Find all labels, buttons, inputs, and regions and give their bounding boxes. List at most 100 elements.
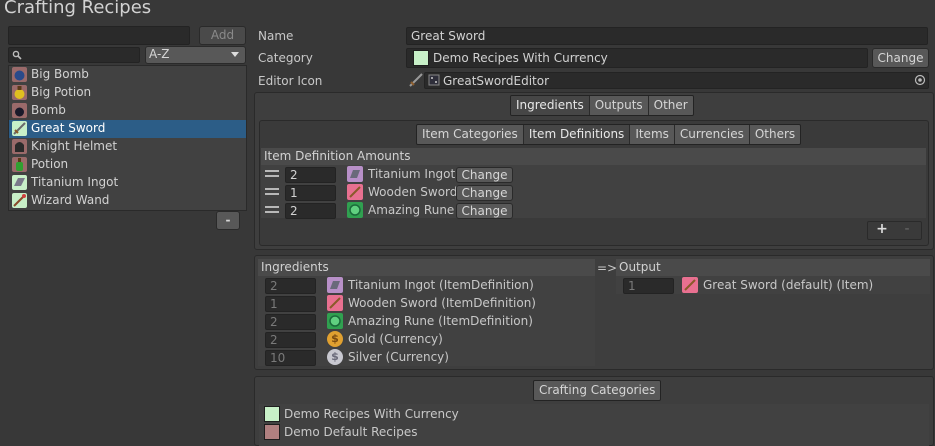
category-color-swatch [413, 50, 429, 66]
recipe-tabs: Ingredients Outputs Other [510, 95, 694, 116]
sword-icon [347, 184, 363, 200]
window-title: Crafting Recipes [4, 0, 152, 18]
summary-amount: 2 [265, 332, 316, 348]
summary-amount: 10 [265, 350, 316, 366]
name-input[interactable]: Great Sword [406, 27, 928, 45]
list-item[interactable]: Potion [9, 156, 246, 174]
list-item-label: Big Bomb [31, 67, 89, 81]
output-header: Output [616, 259, 930, 276]
list-item[interactable]: Knight Helmet [9, 138, 246, 156]
gold-coin-icon: $ [327, 331, 343, 347]
summary-ingredient-name: Gold (Currency) [348, 332, 443, 346]
amount-item-name: Wooden Sword [368, 185, 458, 199]
summary-ingredient-name: Wooden Sword (ItemDefinition) [348, 296, 536, 310]
category-color-swatch [264, 424, 280, 440]
list-item[interactable]: Big Bomb [9, 66, 246, 84]
crafting-category-label: Demo Recipes With Currency [284, 407, 459, 421]
category-label: Category [258, 51, 313, 65]
remove-row-button[interactable]: - [898, 221, 916, 237]
crafting-categories-header: Crafting Categories [534, 381, 661, 400]
amount-input[interactable]: 2 [285, 203, 336, 219]
arrow-label: => [597, 261, 618, 275]
sword-icon [327, 295, 343, 311]
object-picker-icon[interactable] [914, 74, 926, 86]
sort-value: A-Z [149, 47, 170, 61]
change-category-button[interactable]: Change [872, 48, 929, 68]
remove-recipe-button[interactable]: - [216, 211, 240, 230]
list-item[interactable]: Titanium Ingot [9, 174, 246, 192]
summary-ingredient-name: Silver (Currency) [348, 350, 449, 364]
amount-item-name: Titanium Ingot [368, 167, 456, 181]
change-button[interactable]: Change [456, 167, 513, 183]
ingredient-type-tabs: Item Categories Item Definitions Items C… [416, 124, 802, 145]
new-recipe-name-input[interactable] [8, 26, 190, 45]
crafting-categories-header-box: Crafting Categories [533, 380, 662, 401]
drag-handle-icon[interactable] [265, 170, 279, 177]
amounts-header: Item Definition Amounts [261, 148, 926, 165]
name-label: Name [258, 29, 294, 43]
tab-other[interactable]: Other [648, 96, 693, 115]
change-button[interactable]: Change [456, 185, 513, 201]
wand-icon [12, 193, 27, 208]
drag-handle-icon[interactable] [265, 188, 279, 195]
tab-items[interactable]: Items [630, 125, 675, 144]
recipe-list: Big Bomb Big Potion Bomb Great Sword Kni… [8, 65, 247, 211]
list-item-label: Titanium Ingot [31, 175, 119, 189]
potion-icon [12, 157, 27, 172]
ingot-icon [347, 166, 363, 182]
search-input[interactable] [8, 47, 140, 63]
add-recipe-button[interactable]: Add [199, 26, 246, 45]
output-amount: 1 [623, 278, 674, 294]
rune-icon [327, 313, 343, 329]
change-button[interactable]: Change [456, 203, 513, 219]
summary-ingredient-name: Amazing Rune (ItemDefinition) [348, 314, 533, 328]
summary-amount: 2 [265, 278, 316, 294]
summary-amount: 1 [265, 296, 316, 312]
summary-amount: 2 [265, 314, 316, 330]
sword-icon [409, 73, 423, 87]
list-item-label: Bomb [31, 103, 66, 117]
category-color-swatch [264, 406, 280, 422]
list-item[interactable]: Bomb [9, 102, 246, 120]
sort-dropdown[interactable]: A-Z [145, 46, 246, 64]
list-item[interactable]: Big Potion [9, 84, 246, 102]
silver-coin-icon: $ [327, 349, 343, 365]
list-item[interactable]: Great Sword [9, 120, 246, 138]
tab-item-categories[interactable]: Item Categories [417, 125, 524, 144]
list-item[interactable]: Wizard Wand [9, 192, 246, 210]
crafting-category-label: Demo Default Recipes [284, 425, 418, 439]
list-item-label: Knight Helmet [31, 139, 118, 153]
editor-icon-field[interactable]: GreatSwordEditor [424, 72, 929, 89]
ingot-icon [12, 175, 27, 190]
editor-icon-label: Editor Icon [258, 74, 323, 88]
bomb-icon [12, 67, 27, 82]
list-item-label: Big Potion [31, 85, 92, 99]
helmet-icon [12, 139, 27, 154]
ingot-icon [327, 277, 343, 293]
sword-icon [682, 277, 698, 293]
sprite-icon [428, 74, 440, 86]
drag-handle-icon[interactable] [265, 206, 279, 213]
tab-currencies[interactable]: Currencies [674, 125, 750, 144]
category-field: Demo Recipes With Currency [406, 48, 868, 68]
tab-ingredients[interactable]: Ingredients [511, 96, 590, 115]
summary-ingredient-name: Titanium Ingot (ItemDefinition) [348, 278, 534, 292]
output-item-name: Great Sword (default) (Item) [703, 278, 874, 292]
summary-ingredients-header: Ingredients [258, 259, 595, 276]
amount-input[interactable]: 1 [285, 185, 336, 201]
sword-icon [12, 121, 27, 136]
tab-item-definitions[interactable]: Item Definitions [523, 125, 631, 144]
amount-input[interactable]: 2 [285, 167, 336, 183]
tab-others[interactable]: Others [749, 125, 801, 144]
bomb-icon [12, 103, 27, 118]
add-row-button[interactable]: + [873, 221, 891, 237]
amount-item-name: Amazing Rune [368, 203, 455, 217]
list-item-label: Great Sword [31, 121, 106, 135]
list-item-label: Potion [31, 157, 69, 171]
list-item-label: Wizard Wand [31, 193, 110, 207]
rune-icon [347, 202, 363, 218]
potion-icon [12, 85, 27, 100]
chevron-down-icon [231, 52, 239, 57]
tab-outputs[interactable]: Outputs [589, 96, 649, 115]
search-icon [12, 50, 22, 60]
